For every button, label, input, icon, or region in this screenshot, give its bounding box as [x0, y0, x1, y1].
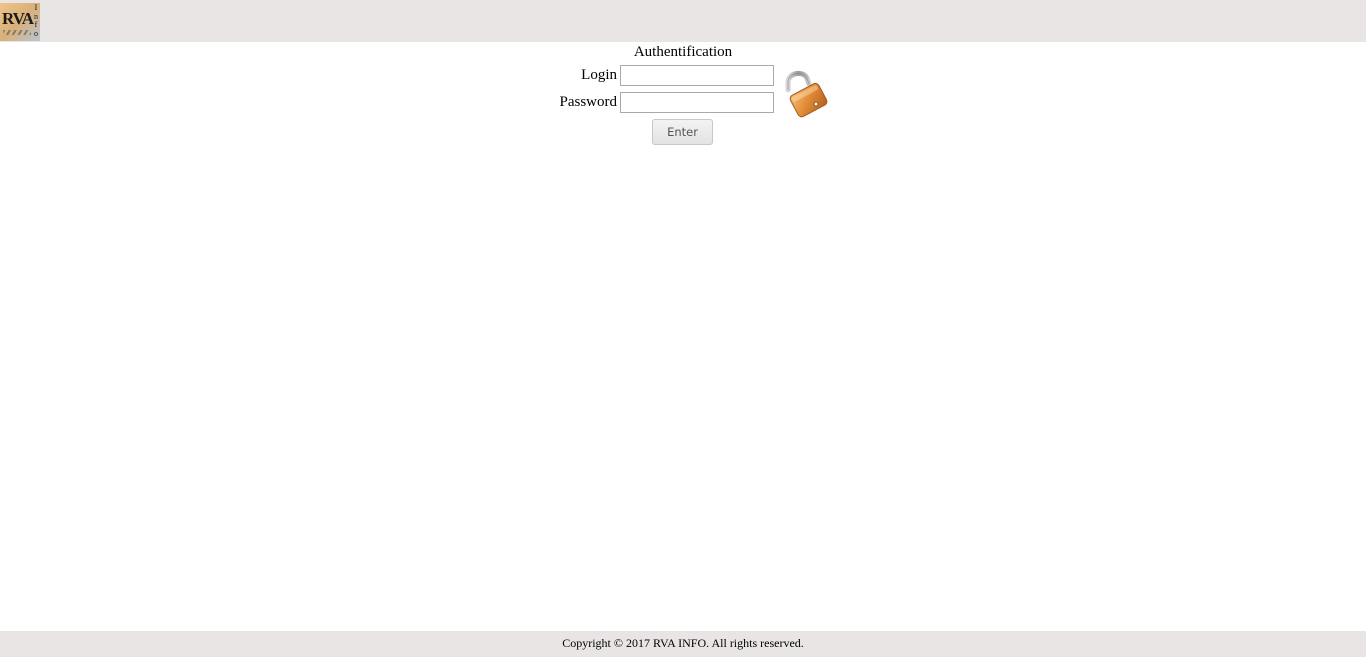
logo-main-text: RVA	[2, 9, 34, 28]
header-bar: RVA I n f o	[0, 0, 1366, 42]
copyright-text: Copyright © 2017 RVA INFO. All rights re…	[562, 636, 804, 650]
enter-button[interactable]: Enter	[652, 119, 713, 145]
padlock-icon	[785, 70, 828, 118]
password-input[interactable]	[620, 92, 774, 113]
login-input[interactable]	[620, 65, 774, 86]
login-label: Login	[581, 67, 617, 83]
auth-title: Authentification	[633, 44, 733, 60]
logo-side-text: I n f o	[34, 3, 38, 38]
password-label: Password	[559, 94, 617, 110]
rva-info-logo[interactable]: RVA I n f o	[0, 3, 40, 41]
logo-stripes	[3, 30, 31, 35]
